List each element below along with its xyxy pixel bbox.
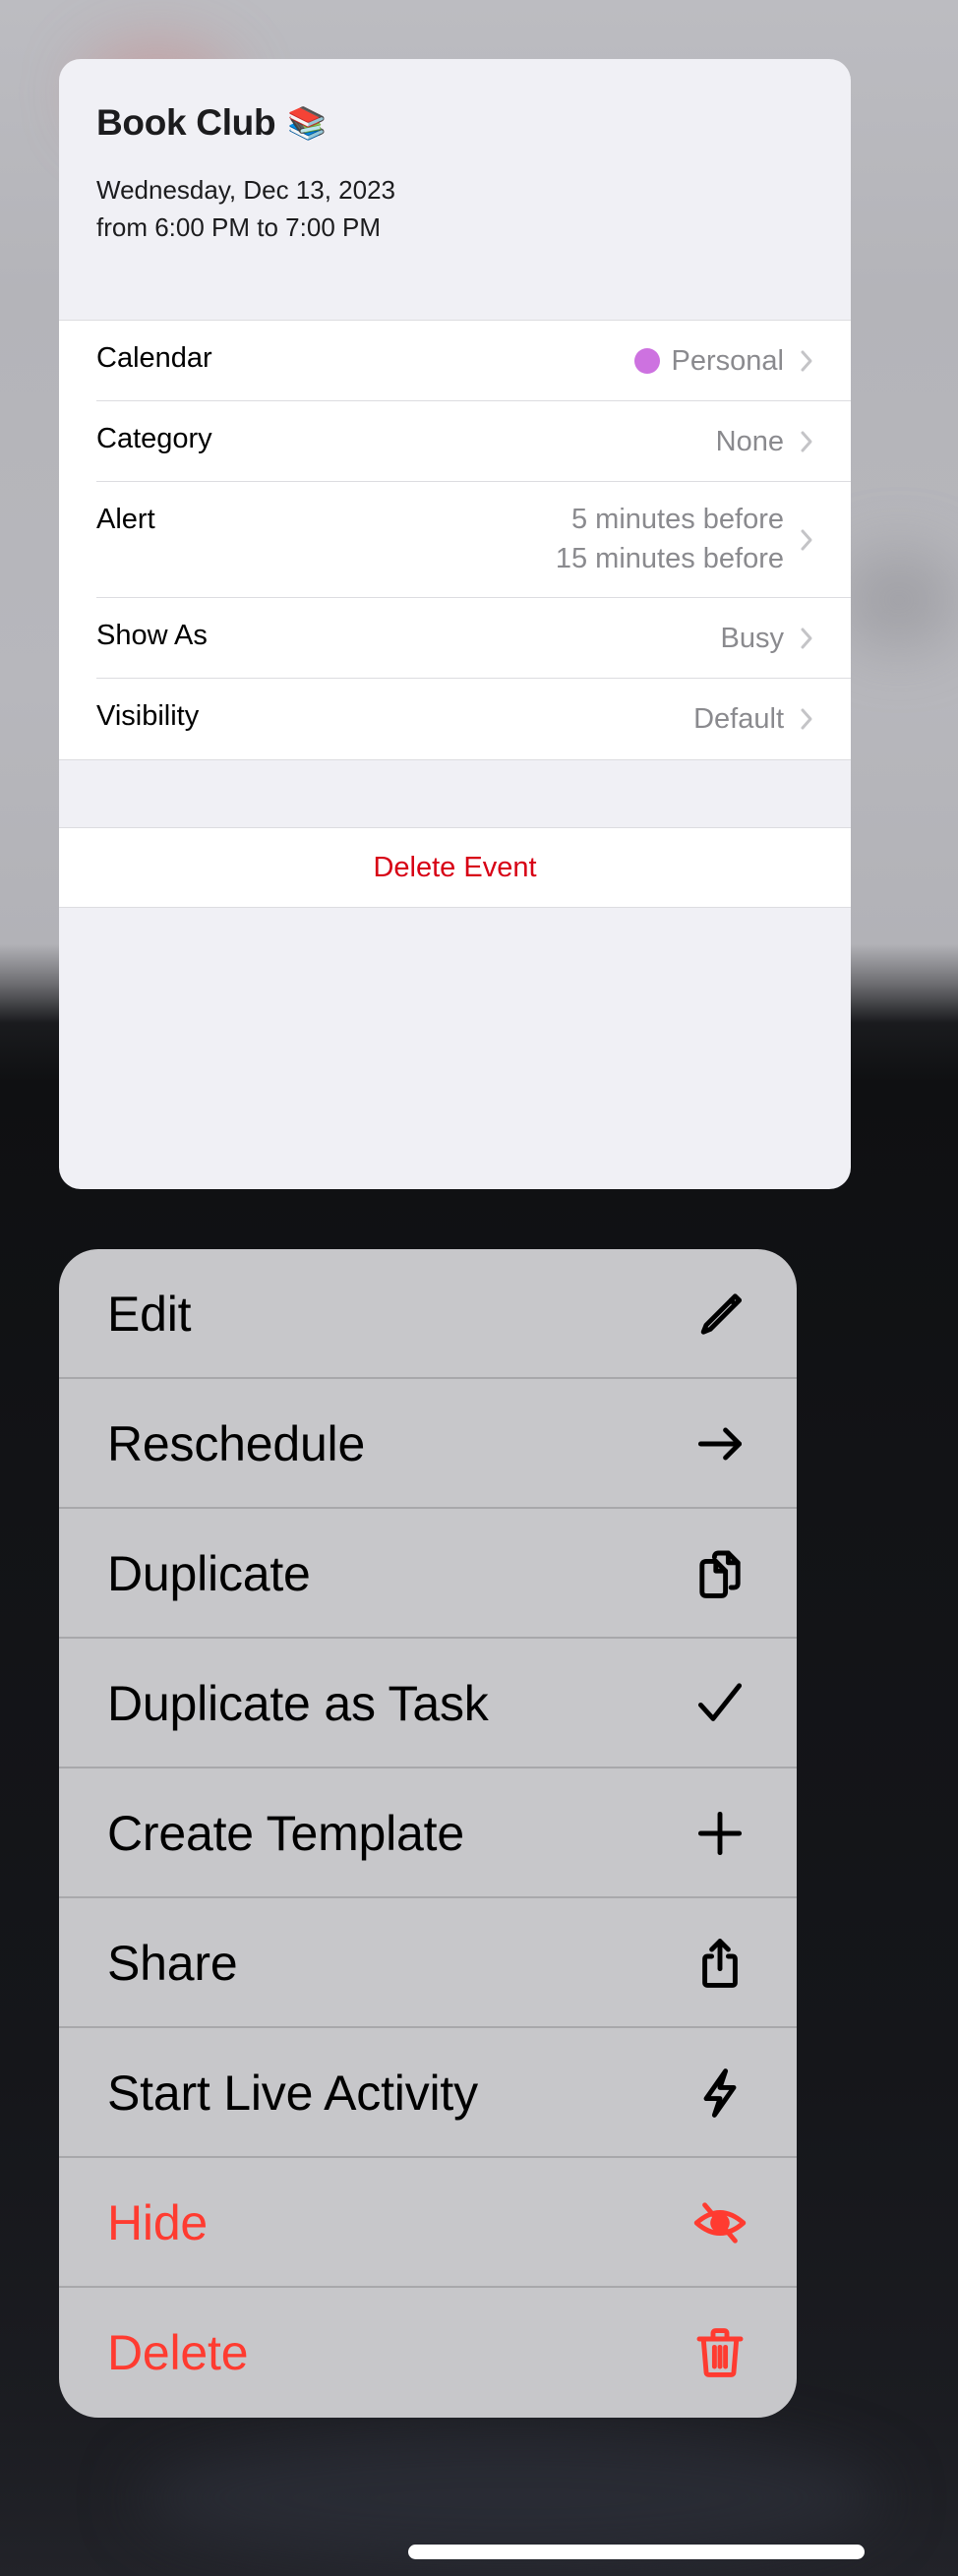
menu-item-hide[interactable]: Hide bbox=[59, 2158, 797, 2288]
menu-item-label: Reschedule bbox=[107, 1416, 366, 1471]
context-menu: Edit Reschedule Duplicate Duplicate as T… bbox=[59, 1249, 797, 2418]
menu-item-delete[interactable]: Delete bbox=[59, 2288, 797, 2418]
menu-item-label: Duplicate bbox=[107, 1546, 311, 1601]
menu-item-label: Duplicate as Task bbox=[107, 1676, 489, 1731]
chevron-right-icon bbox=[801, 628, 812, 649]
event-date: Wednesday, Dec 13, 2023 bbox=[96, 175, 396, 205]
menu-item-label: Delete bbox=[107, 2325, 249, 2380]
detail-label: Visibility bbox=[96, 700, 200, 732]
arrow-right-icon bbox=[690, 1414, 749, 1473]
detail-label: Calendar bbox=[96, 342, 212, 374]
chevron-right-icon bbox=[801, 529, 812, 551]
checkmark-icon bbox=[690, 1674, 749, 1733]
menu-item-label: Start Live Activity bbox=[107, 2066, 478, 2121]
event-preview-card: Book Club 📚 Wednesday, Dec 13, 2023 from… bbox=[59, 59, 851, 1189]
alert-value-2: 15 minutes before bbox=[555, 543, 784, 574]
delete-event-section: Delete Event bbox=[59, 827, 851, 908]
detail-row-category[interactable]: Category None bbox=[59, 401, 851, 482]
detail-value: Default bbox=[693, 703, 784, 735]
share-icon bbox=[690, 1934, 749, 1993]
alert-value-1: 5 minutes before bbox=[570, 504, 784, 535]
documents-icon bbox=[690, 1544, 749, 1603]
event-time: from 6:00 PM to 7:00 PM bbox=[96, 212, 382, 242]
books-emoji-icon: 📚 bbox=[287, 105, 327, 141]
detail-row-alert[interactable]: Alert 5 minutes before 15 minutes before bbox=[59, 482, 851, 598]
menu-item-start-live-activity[interactable]: Start Live Activity bbox=[59, 2028, 797, 2158]
menu-item-label: Hide bbox=[107, 2195, 209, 2250]
detail-value: Personal bbox=[671, 345, 784, 377]
home-indicator[interactable] bbox=[408, 2545, 865, 2559]
pencil-icon bbox=[690, 1285, 749, 1344]
detail-value: 5 minutes before 15 minutes before bbox=[556, 482, 784, 598]
detail-label: Category bbox=[96, 423, 212, 454]
event-datetime: Wednesday, Dec 13, 2023 from 6:00 PM to … bbox=[96, 171, 813, 246]
menu-item-duplicate[interactable]: Duplicate bbox=[59, 1509, 797, 1639]
menu-item-share[interactable]: Share bbox=[59, 1898, 797, 2028]
detail-row-visibility[interactable]: Visibility Default bbox=[59, 679, 851, 759]
bolt-icon bbox=[690, 2064, 749, 2123]
menu-item-create-template[interactable]: Create Template bbox=[59, 1768, 797, 1898]
detail-value: Busy bbox=[720, 623, 784, 654]
calendar-color-dot-icon bbox=[633, 348, 660, 374]
detail-value: None bbox=[715, 426, 784, 457]
menu-item-edit[interactable]: Edit bbox=[59, 1249, 797, 1379]
event-title-text: Book Club bbox=[96, 102, 276, 143]
plus-icon bbox=[690, 1804, 749, 1863]
menu-item-label: Share bbox=[107, 1936, 238, 1991]
event-title: Book Club 📚 bbox=[96, 102, 813, 144]
detail-row-calendar[interactable]: Calendar Personal bbox=[59, 321, 851, 401]
trash-icon bbox=[690, 2323, 749, 2382]
menu-item-duplicate-as-task[interactable]: Duplicate as Task bbox=[59, 1639, 797, 1768]
menu-item-label: Edit bbox=[107, 1287, 192, 1342]
chevron-right-icon bbox=[801, 431, 812, 452]
detail-row-show-as[interactable]: Show As Busy bbox=[59, 598, 851, 679]
chevron-right-icon bbox=[801, 708, 812, 730]
background-blur bbox=[840, 551, 958, 649]
delete-event-button[interactable]: Delete Event bbox=[373, 852, 536, 884]
event-details-list: Calendar Personal Category None Alert 5 … bbox=[59, 320, 851, 760]
event-header: Book Club 📚 Wednesday, Dec 13, 2023 from… bbox=[59, 59, 851, 320]
eye-slash-icon bbox=[690, 2193, 749, 2252]
menu-item-label: Create Template bbox=[107, 1806, 464, 1861]
menu-item-reschedule[interactable]: Reschedule bbox=[59, 1379, 797, 1509]
detail-label: Show As bbox=[96, 620, 208, 651]
detail-label: Alert bbox=[96, 504, 155, 535]
chevron-right-icon bbox=[801, 350, 812, 372]
